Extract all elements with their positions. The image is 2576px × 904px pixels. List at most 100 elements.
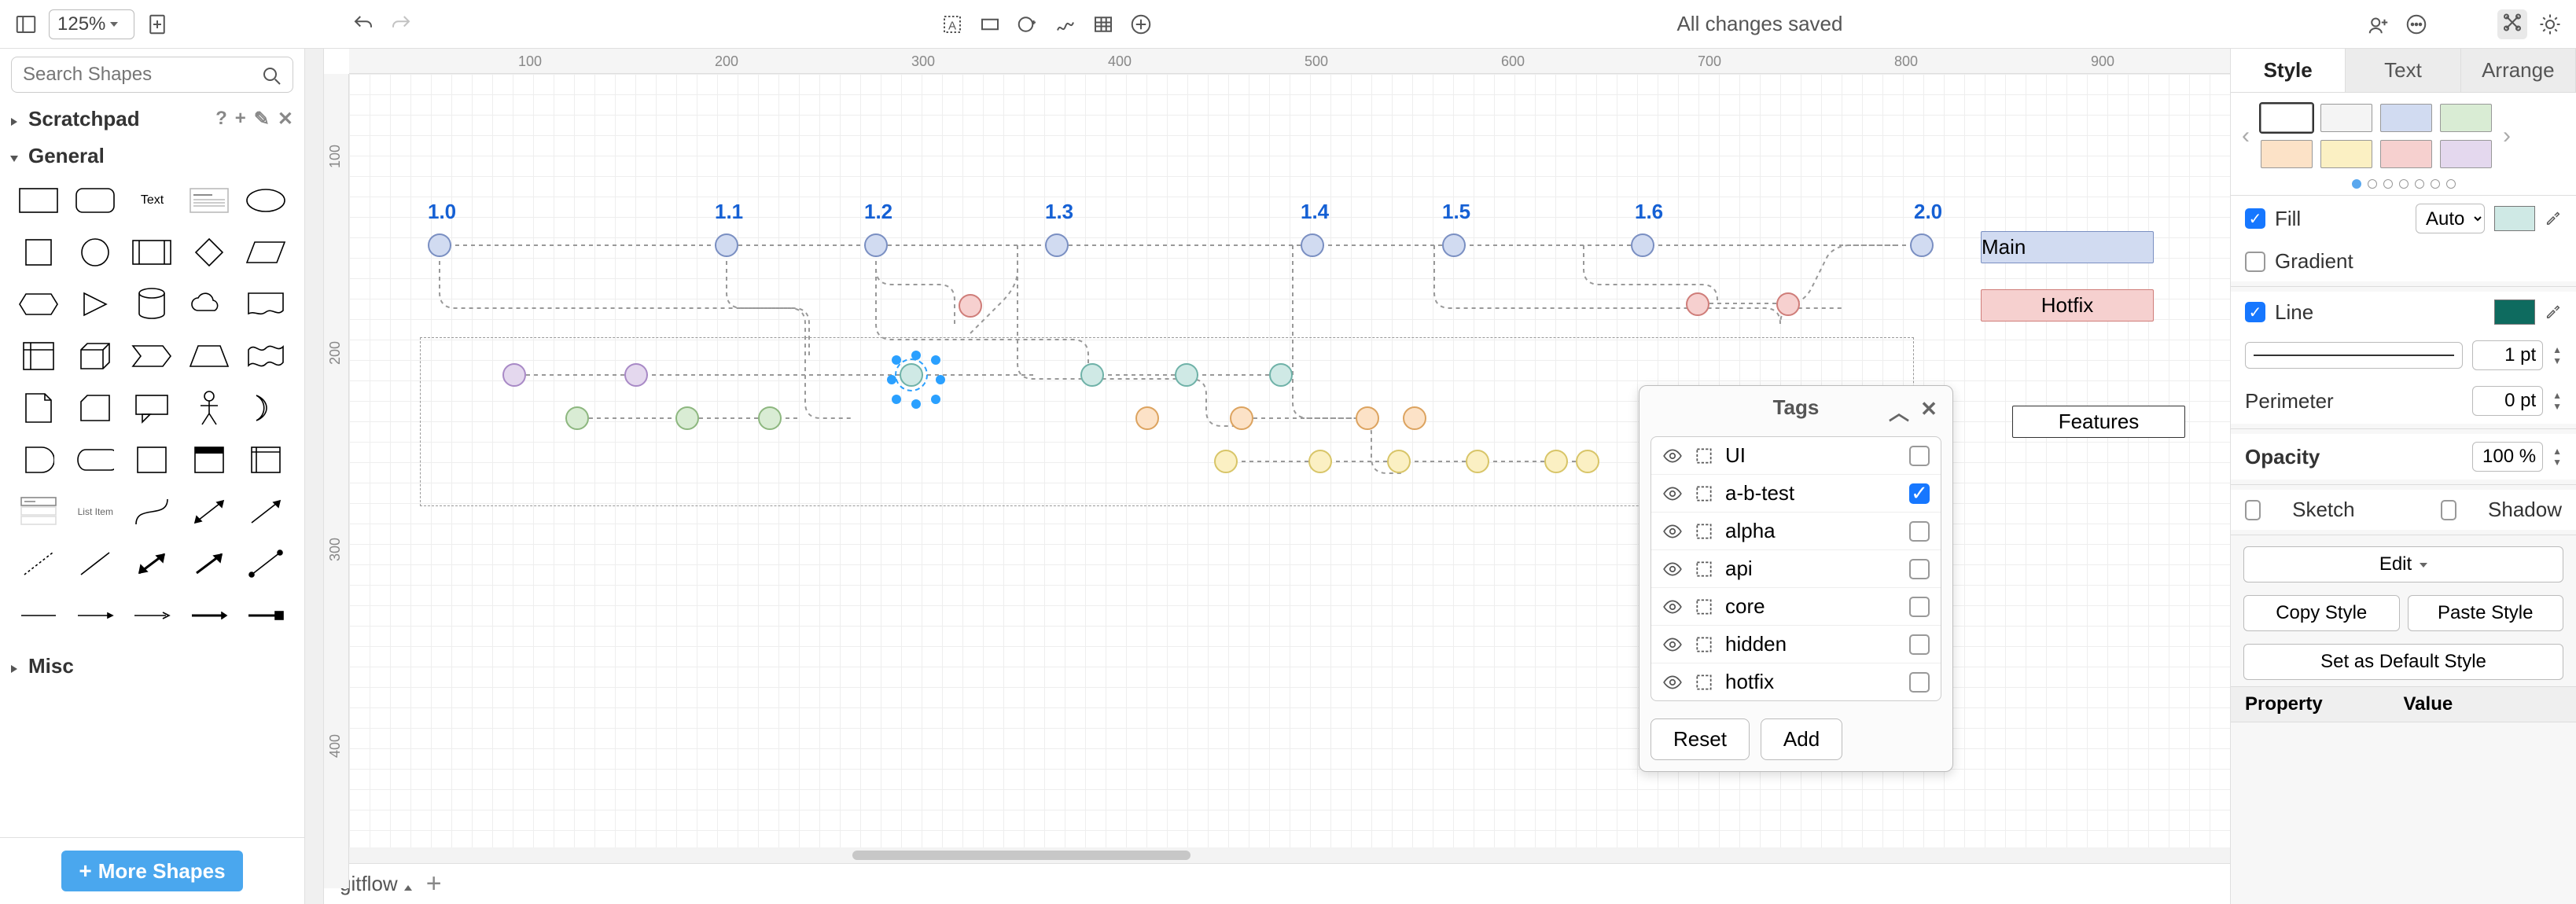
commit-node[interactable]: [1776, 292, 1800, 316]
tag-checkbox[interactable]: [1909, 672, 1930, 693]
highlight-icon[interactable]: [1694, 446, 1714, 466]
table-tool-icon[interactable]: [1088, 9, 1118, 39]
commit-node-selected[interactable]: [900, 363, 923, 387]
commit-node[interactable]: [1576, 450, 1599, 473]
eye-icon[interactable]: [1662, 446, 1683, 466]
eye-icon[interactable]: [1662, 483, 1683, 504]
shape-hline-block[interactable]: [241, 594, 290, 637]
shape-card[interactable]: [71, 387, 120, 429]
zoom-select[interactable]: 125%: [49, 9, 134, 39]
shape-dashed-line[interactable]: [14, 542, 63, 585]
commit-node[interactable]: [1080, 363, 1104, 387]
shape-or[interactable]: [14, 439, 63, 481]
eye-icon[interactable]: [1662, 597, 1683, 617]
search-shapes-input[interactable]: [11, 57, 293, 93]
line-color-chip[interactable]: [2494, 299, 2535, 325]
paste-style-button[interactable]: Paste Style: [2408, 595, 2564, 631]
insert-icon[interactable]: [1126, 9, 1156, 39]
highlight-icon[interactable]: [1694, 559, 1714, 579]
highlight-icon[interactable]: [1694, 634, 1714, 655]
commit-node[interactable]: [959, 294, 982, 318]
commit-node[interactable]: [1308, 450, 1332, 473]
commit-node[interactable]: [715, 233, 738, 257]
canvas-horizontal-scrollbar[interactable]: [349, 847, 2230, 863]
tags-reset-button[interactable]: Reset: [1650, 718, 1750, 760]
shape-square[interactable]: [14, 231, 63, 274]
shape-tape[interactable]: [241, 335, 290, 377]
shape-hline-open[interactable]: [127, 594, 176, 637]
shape-rect[interactable]: [14, 179, 63, 222]
redo-icon[interactable]: [386, 9, 416, 39]
shape-hline-thick[interactable]: [185, 594, 234, 637]
eyedropper-icon[interactable]: [2545, 300, 2562, 325]
tag-checkbox[interactable]: [1909, 559, 1930, 579]
swatch[interactable]: [2320, 104, 2372, 132]
commit-node[interactable]: [1631, 233, 1654, 257]
shape-hexagon[interactable]: [14, 283, 63, 325]
commit-node[interactable]: [1686, 292, 1709, 316]
tags-collapse-icon[interactable]: ︿: [1888, 397, 1910, 426]
shape-titlebar[interactable]: [185, 439, 234, 481]
shape-bidir-thick[interactable]: [127, 542, 176, 585]
ellipse-tool-icon[interactable]: [1013, 9, 1043, 39]
line-style-select[interactable]: [2245, 342, 2463, 369]
shape-data[interactable]: [71, 439, 120, 481]
share-icon[interactable]: [2364, 9, 2394, 39]
eye-icon[interactable]: [1662, 634, 1683, 655]
shape-document[interactable]: [241, 283, 290, 325]
shadow-checkbox[interactable]: [2441, 500, 2456, 520]
tag-checkbox[interactable]: [1909, 634, 1930, 655]
fill-checkbox[interactable]: ✓: [2245, 208, 2265, 229]
shape-hline-arrow[interactable]: [71, 594, 120, 637]
shape-bidir-arrow[interactable]: [185, 491, 234, 533]
commit-node[interactable]: [1466, 450, 1489, 473]
commit-node[interactable]: [1442, 233, 1466, 257]
page-tab-gitflow[interactable]: gitflow: [340, 872, 412, 896]
eye-icon[interactable]: [1662, 521, 1683, 542]
scratchpad-close-icon[interactable]: ✕: [278, 108, 293, 130]
stepper-icon[interactable]: ▲▼: [2552, 446, 2562, 468]
format-panel-toggle-icon[interactable]: [2497, 9, 2527, 39]
shape-triangle[interactable]: [71, 283, 120, 325]
general-section[interactable]: General: [0, 138, 304, 175]
theme-toggle-icon[interactable]: [2535, 9, 2565, 39]
scratchpad-add-icon[interactable]: +: [235, 108, 246, 130]
branch-main-label[interactable]: Main: [1981, 231, 2154, 263]
commit-node[interactable]: [502, 363, 526, 387]
swatch-prev-icon[interactable]: ‹: [2239, 123, 2253, 149]
shape-frame[interactable]: [241, 439, 290, 481]
tab-style[interactable]: Style: [2231, 49, 2346, 92]
rectangle-tool-icon[interactable]: [975, 9, 1005, 39]
commit-node[interactable]: [1175, 363, 1198, 387]
search-icon[interactable]: [260, 64, 284, 92]
shape-heading[interactable]: [185, 179, 234, 222]
swatch-next-icon[interactable]: ›: [2500, 123, 2514, 149]
shape-trapezoid[interactable]: [185, 335, 234, 377]
canvas-scrollbar-thumb[interactable]: [852, 851, 1190, 860]
shape-text[interactable]: Text: [127, 179, 176, 222]
sketch-checkbox[interactable]: [2245, 500, 2261, 520]
gradient-checkbox[interactable]: [2245, 252, 2265, 272]
shape-roundrect[interactable]: [71, 179, 120, 222]
commit-node[interactable]: [758, 406, 782, 430]
shape-arrow[interactable]: [241, 491, 290, 533]
scratchpad-help-icon[interactable]: ?: [215, 108, 227, 130]
branch-hotfix-label[interactable]: Hotfix: [1981, 289, 2154, 322]
swatch[interactable]: [2261, 140, 2313, 168]
tag-checkbox[interactable]: [1909, 521, 1930, 542]
highlight-icon[interactable]: [1694, 521, 1714, 542]
set-default-style-button[interactable]: Set as Default Style: [2243, 644, 2563, 680]
tag-checkbox[interactable]: ✓: [1909, 483, 1930, 504]
commit-node[interactable]: [1910, 233, 1934, 257]
line-width-input[interactable]: [2472, 340, 2543, 370]
tab-text[interactable]: Text: [2346, 49, 2460, 92]
shape-internal-storage[interactable]: [14, 335, 63, 377]
shape-step[interactable]: [127, 335, 176, 377]
swatch[interactable]: [2380, 104, 2432, 132]
swatch[interactable]: [2261, 104, 2313, 132]
commit-node[interactable]: [428, 233, 451, 257]
commit-node[interactable]: [624, 363, 648, 387]
more-shapes-button[interactable]: +More Shapes: [61, 851, 242, 891]
commit-node[interactable]: [1544, 450, 1568, 473]
shape-cube[interactable]: [71, 335, 120, 377]
